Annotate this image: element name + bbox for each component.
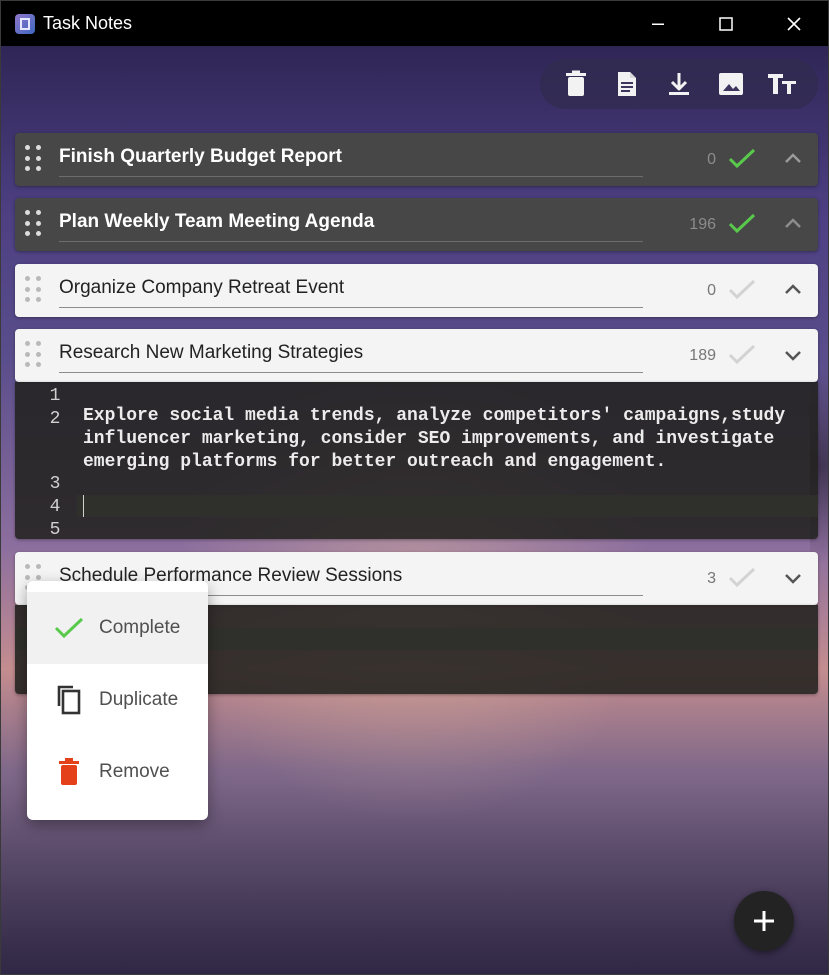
task-card[interactable]: Plan Weekly Team Meeting Agenda 196 [15,198,818,251]
app-window: Task Notes Finish Quarterly Budget Repor… [0,0,829,975]
check-icon[interactable] [728,147,756,171]
menu-label-complete: Complete [99,617,181,638]
drag-handle[interactable] [25,145,41,173]
task-count: 0 [707,282,716,299]
line-number: 2 [49,409,61,429]
window-title: Task Notes [43,13,133,33]
task-title[interactable]: Finish Quarterly Budget Report [59,146,643,177]
task-title[interactable]: Organize Company Retreat Event [59,277,643,308]
trash-icon [53,756,85,788]
chevron-up-icon[interactable] [782,213,804,235]
check-icon [53,612,85,644]
check-icon[interactable] [728,278,756,302]
plus-icon [754,911,774,931]
task-card[interactable]: Organize Company Retreat Event 0 [15,264,818,317]
toolbar-image-button[interactable] [713,66,749,102]
remove-menu-item[interactable]: Remove [27,736,208,808]
minimize-button[interactable] [624,1,692,46]
drag-handle[interactable] [25,341,41,369]
complete-menu-item[interactable]: Complete [27,592,208,664]
trash-icon [565,70,586,96]
check-icon[interactable] [728,212,756,236]
menu-label-remove: Remove [99,761,170,782]
document-icon [618,72,637,96]
task-count: 189 [689,347,716,364]
text-size-icon [768,74,797,94]
task-context-menu: Complete Duplicate Remove [27,581,208,820]
drag-handle[interactable] [25,210,41,238]
image-icon [718,73,743,95]
close-icon [787,16,801,31]
app-icon [15,13,35,34]
title-bar: Task Notes [1,1,828,46]
active-line-highlight [77,495,818,517]
toolbar-text-size-button[interactable] [764,66,800,102]
task-title[interactable]: Research New Marketing Strategies [59,342,643,373]
toolbar-document-button[interactable] [609,66,645,102]
duplicate-menu-item[interactable]: Duplicate [27,664,208,736]
check-icon[interactable] [728,343,756,367]
add-task-button[interactable] [734,891,794,951]
note-text[interactable]: Explore social media trends, analyze com… [83,405,802,474]
line-number-gutter: 1 2 3 4 5 [15,382,77,540]
task-card[interactable]: Finish Quarterly Budget Report 0 [15,133,818,186]
task-card[interactable]: Research New Marketing Strategies 189 [15,329,818,382]
task-count: 0 [707,151,716,168]
check-icon[interactable] [728,566,756,590]
window-controls [624,1,828,46]
chevron-up-icon[interactable] [782,279,804,301]
line-number: 4 [49,497,61,517]
toolbar-trash-button[interactable] [558,66,594,102]
drag-handle[interactable] [25,276,41,304]
text-cursor [83,495,84,517]
task-note-editor[interactable]: 1 2 3 4 5 Explore social media trends, a… [15,382,818,540]
copy-icon [53,684,85,716]
maximize-icon [719,16,733,31]
chevron-down-icon[interactable] [782,344,804,366]
download-icon [668,73,689,95]
line-number: 3 [49,474,61,494]
chevron-down-icon[interactable] [782,567,804,589]
task-count: 196 [689,216,716,233]
chevron-up-icon[interactable] [782,148,804,170]
line-number: 5 [49,520,61,540]
minimize-icon [652,23,664,25]
line-number: 1 [49,386,61,406]
task-title[interactable]: Plan Weekly Team Meeting Agenda [59,211,643,242]
toolbar-download-button[interactable] [661,66,697,102]
close-button[interactable] [760,1,828,46]
menu-label-duplicate: Duplicate [99,689,179,710]
maximize-button[interactable] [692,1,760,46]
task-count: 3 [707,570,716,587]
top-toolbar [540,59,818,109]
